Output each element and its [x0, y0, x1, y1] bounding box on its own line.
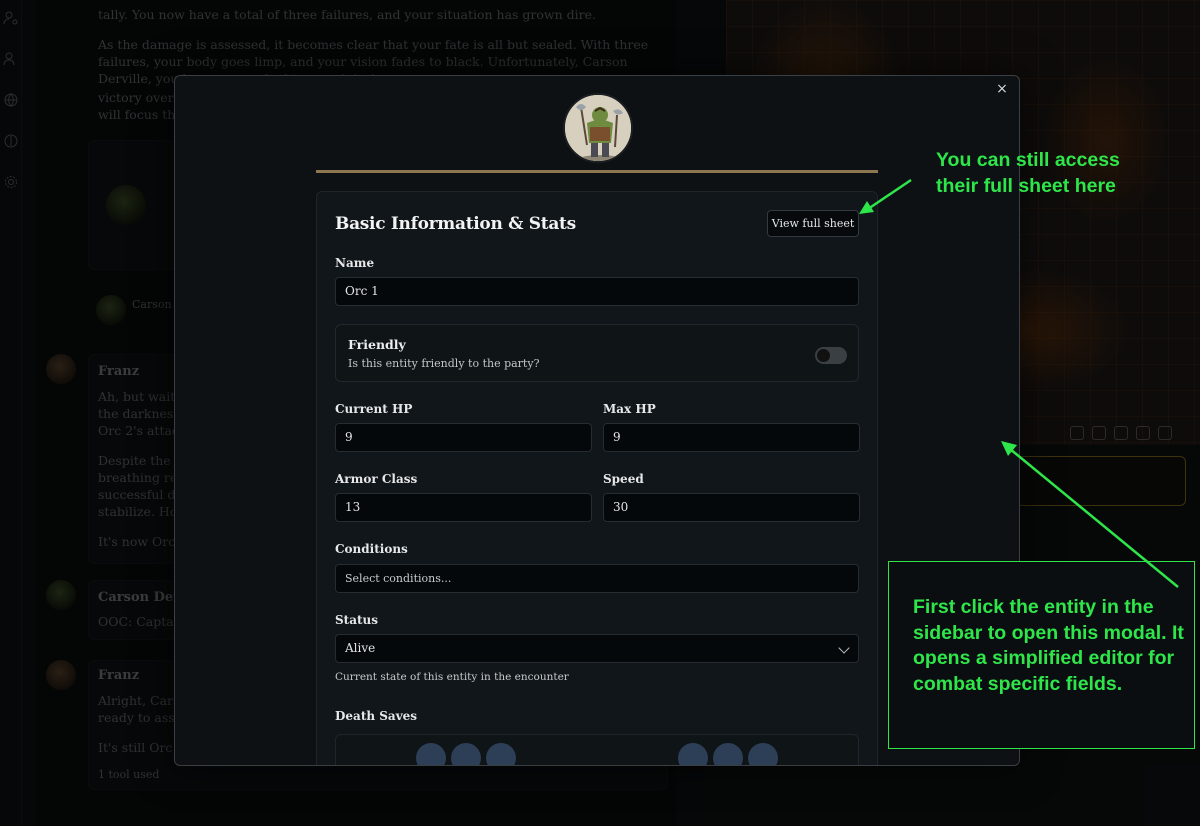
max-hp-input[interactable]: 9 — [603, 423, 860, 452]
death-saves-card — [335, 734, 859, 765]
status-helper-text: Current state of this entity in the enco… — [335, 671, 569, 683]
status-select[interactable]: Alive — [335, 634, 859, 663]
death-saves-label: Death Saves — [335, 709, 418, 723]
annotation-modal-explainer: First click the entity in the sidebar to… — [913, 596, 1184, 695]
basic-info-panel: Basic Information & Stats View full shee… — [316, 191, 878, 765]
name-label: Name — [335, 256, 375, 270]
status-value: Alive — [345, 641, 376, 655]
death-save-failure-2[interactable] — [713, 743, 743, 765]
death-save-success-1[interactable] — [416, 743, 446, 765]
chevron-down-icon — [838, 642, 850, 654]
friendly-description: Is this entity friendly to the party? — [348, 357, 540, 370]
friendly-toggle-card: Friendly Is this entity friendly to the … — [335, 324, 859, 382]
armor-class-label: Armor Class — [335, 472, 418, 486]
max-hp-label: Max HP — [603, 402, 656, 416]
speed-label: Speed — [603, 472, 644, 486]
header-divider — [316, 170, 878, 173]
conditions-label: Conditions — [335, 542, 408, 556]
death-save-failure-3[interactable] — [748, 743, 778, 765]
section-title: Basic Information & Stats — [335, 214, 576, 234]
close-button[interactable]: × — [993, 80, 1011, 98]
annotation-view-sheet: You can still access their full sheet he… — [936, 149, 1120, 197]
entity-portrait — [563, 93, 633, 163]
friendly-title: Friendly — [348, 337, 406, 352]
view-full-sheet-button[interactable]: View full sheet — [767, 210, 859, 237]
friendly-toggle[interactable] — [815, 347, 847, 364]
death-save-failure-1[interactable] — [678, 743, 708, 765]
current-hp-input[interactable]: 9 — [335, 423, 592, 452]
armor-class-input[interactable]: 13 — [335, 493, 592, 522]
death-save-success-3[interactable] — [486, 743, 516, 765]
death-save-success-2[interactable] — [451, 743, 481, 765]
conditions-select[interactable]: Select conditions... — [335, 564, 859, 593]
current-hp-label: Current HP — [335, 402, 413, 416]
name-input[interactable]: Orc 1 — [335, 277, 859, 306]
speed-input[interactable]: 30 — [603, 493, 860, 522]
toggle-knob — [817, 349, 830, 362]
status-label: Status — [335, 613, 379, 627]
orc-portrait-icon — [565, 95, 631, 161]
